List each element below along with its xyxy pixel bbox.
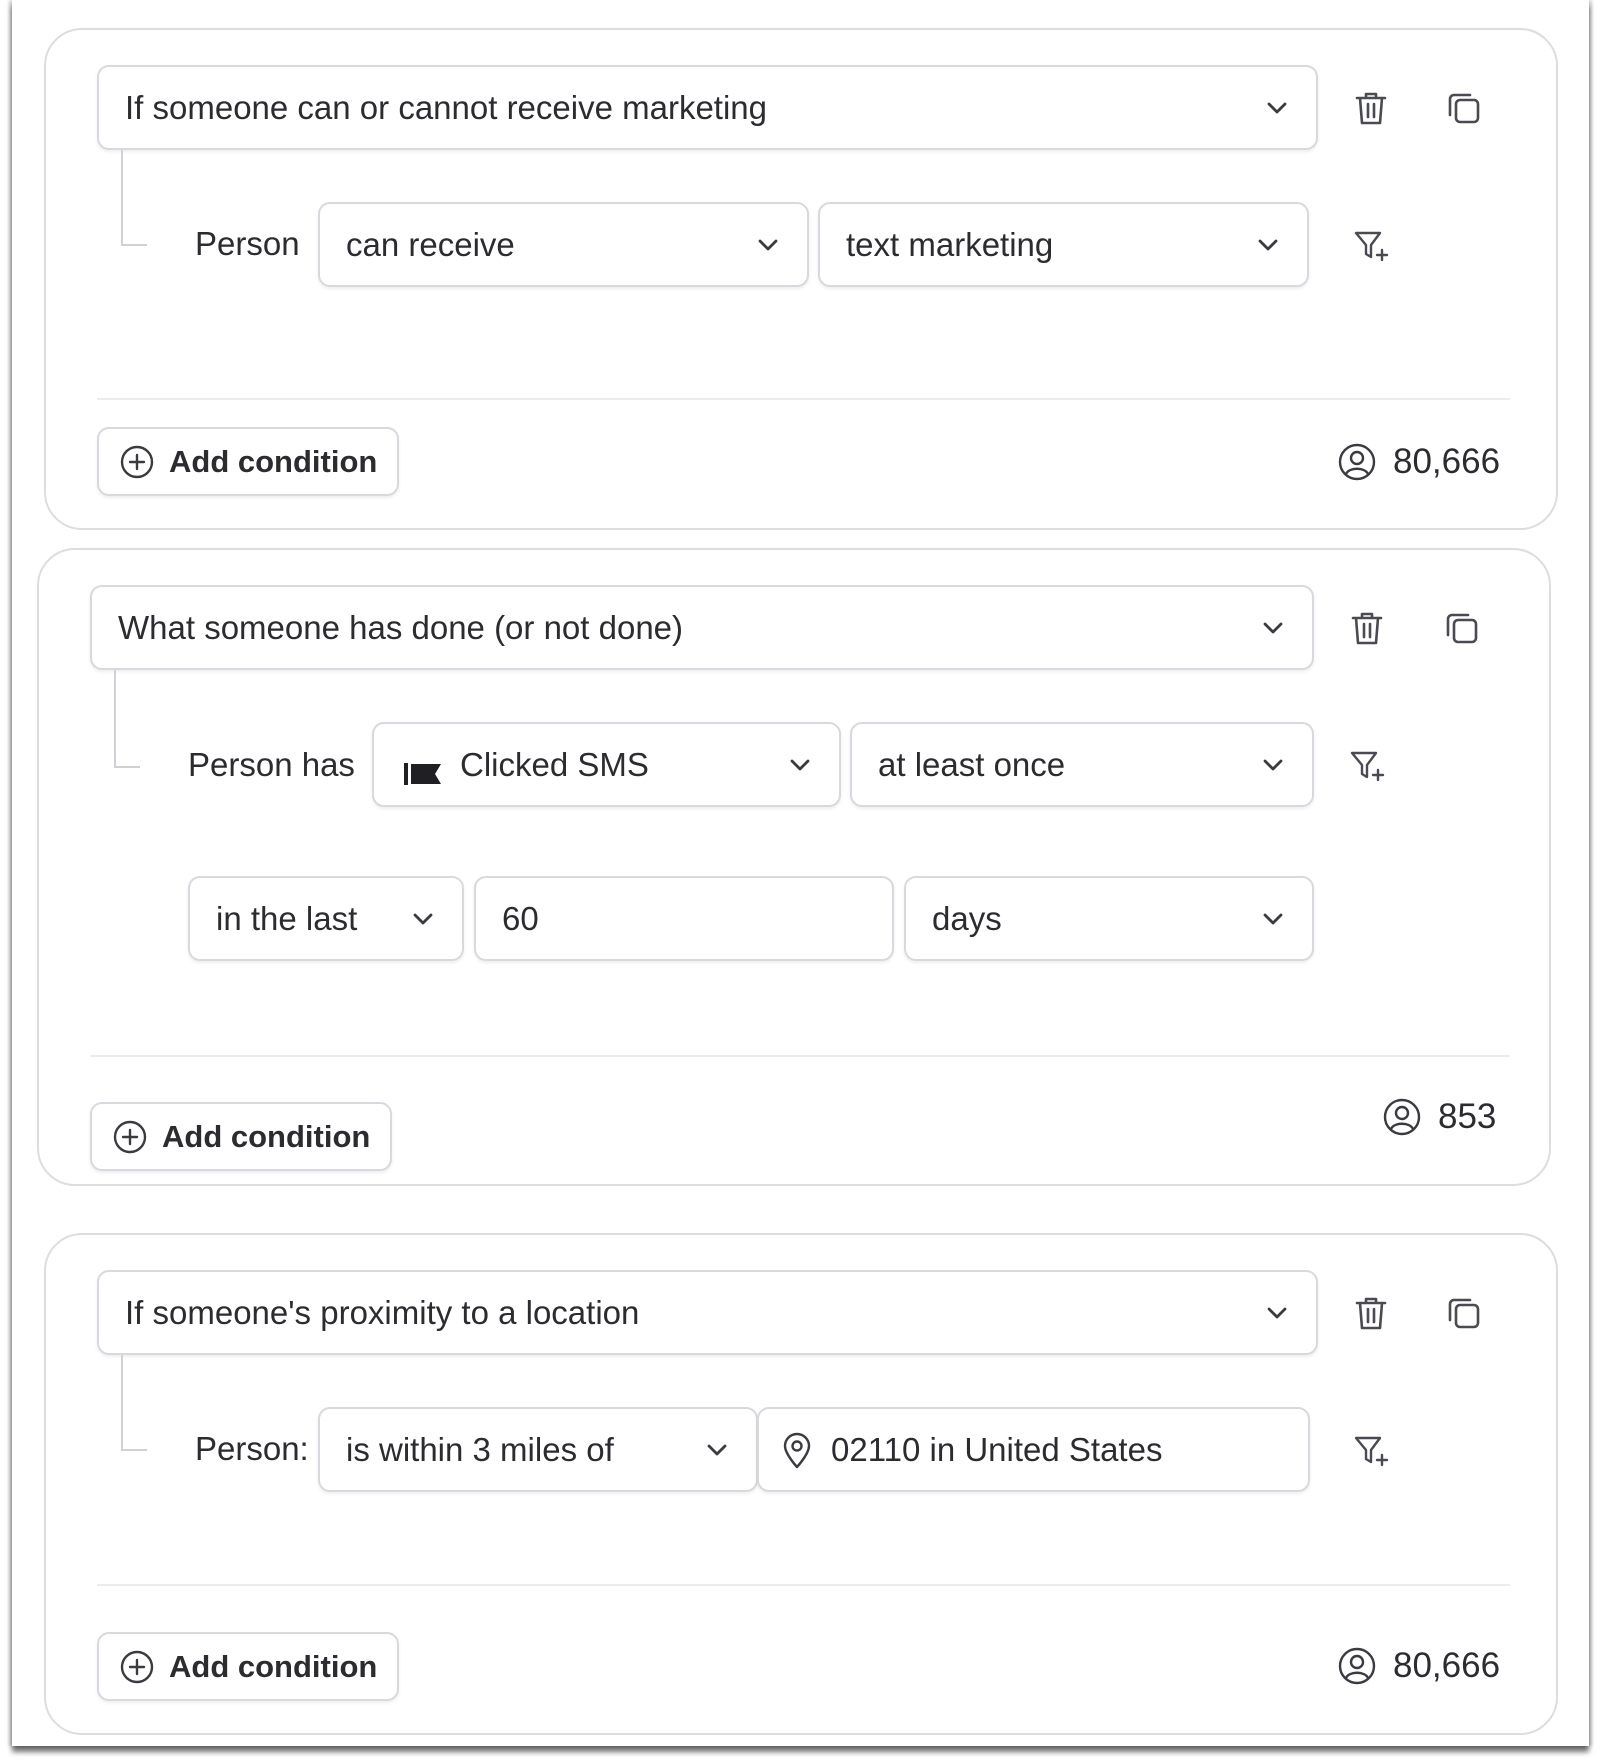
condition-type-value: If someone's proximity to a location [125, 1293, 640, 1331]
duplicate-icon[interactable] [1444, 88, 1484, 128]
chevron-down-icon [412, 912, 434, 926]
number-value: 60 [502, 899, 539, 937]
marketing-channel-dropdown[interactable]: text marketing [818, 202, 1309, 287]
number-input[interactable]: 60 [474, 876, 894, 961]
divider [97, 398, 1510, 400]
proximity-value: is within 3 miles of [346, 1430, 614, 1468]
audience-count: 853 [1382, 1097, 1496, 1137]
plus-circle-icon [119, 1649, 155, 1685]
chevron-down-icon [1262, 912, 1284, 926]
frequency-value: at least once [878, 745, 1066, 783]
person-circle-icon [1382, 1097, 1422, 1137]
subject-label: Person: [195, 1430, 309, 1467]
proximity-dropdown[interactable]: is within 3 miles of [318, 1407, 758, 1492]
add-condition-label: Add condition [162, 1118, 371, 1154]
condition-type-value: If someone can or cannot receive marketi… [125, 88, 768, 126]
receive-status-dropdown[interactable]: can receive [318, 202, 809, 287]
add-condition-label: Add condition [169, 1648, 378, 1684]
tree-connector [121, 1355, 147, 1451]
location-pin-icon [777, 1431, 817, 1471]
location-input[interactable]: 02110 in United States [757, 1407, 1310, 1492]
duplicate-icon[interactable] [1442, 608, 1482, 648]
tree-connector [114, 670, 140, 768]
duplicate-icon[interactable] [1444, 1293, 1484, 1333]
frequency-dropdown[interactable]: at least once [850, 722, 1314, 807]
timeframe-value: in the last [216, 899, 358, 937]
chevron-down-icon [1262, 621, 1284, 635]
plus-circle-icon [112, 1119, 148, 1155]
trash-icon[interactable] [1351, 88, 1391, 128]
audience-count-value: 80,666 [1393, 442, 1501, 481]
chevron-down-icon [1266, 1306, 1288, 1320]
sms-flag-icon [404, 755, 442, 785]
subject-label: Person [195, 225, 300, 262]
plus-circle-icon [119, 444, 155, 480]
marketing-channel-value: text marketing [846, 225, 1054, 263]
timeframe-dropdown[interactable]: in the last [188, 876, 464, 961]
condition-type-value: What someone has done (or not done) [118, 608, 684, 646]
time-unit-dropdown[interactable]: days [904, 876, 1314, 961]
chevron-down-icon [789, 758, 811, 772]
audience-count-value: 80,666 [1393, 1646, 1501, 1685]
add-condition-button[interactable]: Add condition [97, 1632, 399, 1701]
add-condition-label: Add condition [169, 443, 378, 479]
chevron-down-icon [757, 238, 779, 252]
condition-type-dropdown[interactable]: If someone can or cannot receive marketi… [97, 65, 1318, 150]
audience-count: 80,666 [1337, 1646, 1500, 1686]
add-condition-button[interactable]: Add condition [97, 427, 399, 496]
segment-builder-frame: If someone can or cannot receive marketi… [12, 0, 1589, 1746]
subject-label: Person has [188, 746, 355, 783]
trash-icon[interactable] [1347, 608, 1387, 648]
add-filter-icon[interactable] [1351, 1430, 1391, 1470]
trash-icon[interactable] [1351, 1293, 1391, 1333]
tree-connector [121, 150, 147, 246]
chevron-down-icon [1262, 758, 1284, 772]
time-unit-value: days [932, 899, 1002, 937]
location-value: 02110 in United States [831, 1430, 1163, 1468]
audience-count-value: 853 [1438, 1097, 1497, 1136]
divider [90, 1055, 1510, 1057]
receive-status-value: can receive [346, 225, 515, 263]
condition-type-dropdown[interactable]: If someone's proximity to a location [97, 1270, 1318, 1355]
add-condition-button[interactable]: Add condition [90, 1102, 392, 1171]
chevron-down-icon [1257, 238, 1279, 252]
metric-dropdown[interactable]: Clicked SMS [372, 722, 841, 807]
condition-type-dropdown[interactable]: What someone has done (or not done) [90, 585, 1314, 670]
divider [97, 1584, 1510, 1586]
person-circle-icon [1337, 442, 1377, 482]
chevron-down-icon [706, 1443, 728, 1457]
add-filter-icon[interactable] [1351, 225, 1391, 265]
person-circle-icon [1337, 1646, 1377, 1686]
audience-count: 80,666 [1337, 442, 1500, 482]
chevron-down-icon [1266, 101, 1288, 115]
add-filter-icon[interactable] [1347, 745, 1387, 785]
